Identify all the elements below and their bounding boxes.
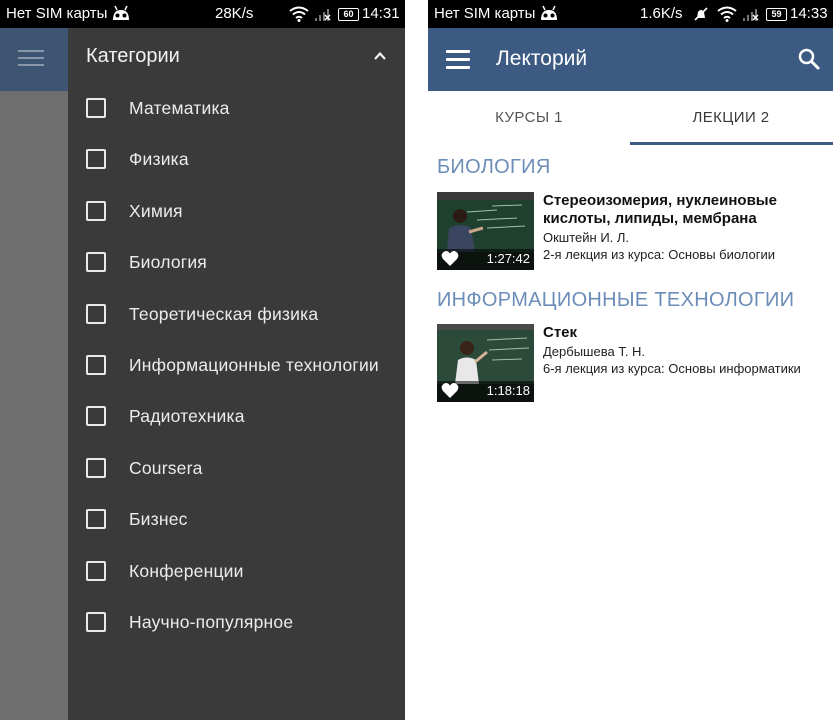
lecture-duration: 1:27:42	[486, 251, 530, 266]
chevron-up-icon[interactable]	[373, 49, 387, 63]
checkbox-icon[interactable]	[86, 406, 106, 427]
lecture-author: Дербышева Т. Н.	[543, 344, 646, 359]
wifi-icon	[289, 6, 309, 22]
app-toolbar-behind-drawer	[0, 28, 68, 91]
drawer-title: Категории	[86, 45, 180, 67]
category-label: Математика	[129, 98, 230, 118]
category-label: Теоретическая физика	[129, 303, 319, 324]
category-label: Coursera	[129, 457, 203, 478]
menu-icon[interactable]	[446, 50, 470, 70]
right-screen: Нет SIM карты 1.6K/s 59 14:33 Лекторий К…	[428, 0, 833, 720]
lecture-course: 2-я лекция из курса: Основы биологии	[543, 247, 776, 262]
lecture-title: Стереоизомерия, нуклеиновые кислоты, лип…	[543, 192, 777, 227]
checkbox-icon[interactable]	[86, 611, 106, 632]
clock: 14:33	[790, 5, 828, 22]
category-item-theoretical-physics[interactable]: Теоретическая физика	[68, 288, 405, 339]
lecture-item[interactable]: 1:27:42 Стереоизомерия, нуклеиновые кисл…	[437, 192, 833, 270]
checkbox-icon[interactable]	[86, 200, 106, 221]
category-item-physics[interactable]: Физика	[68, 133, 405, 184]
heart-icon[interactable]	[441, 250, 459, 267]
checkbox-icon[interactable]	[86, 303, 106, 324]
category-item-chemistry[interactable]: Химия	[68, 185, 405, 236]
category-item-conferences[interactable]: Конференции	[68, 545, 405, 596]
thumbnail-image	[437, 324, 534, 384]
tab-courses[interactable]: КУРСЫ 1	[428, 91, 630, 145]
network-speed: 28K/s	[215, 5, 254, 22]
checkbox-icon[interactable]	[86, 354, 106, 375]
signal-icon	[315, 9, 331, 21]
category-label: Радиотехника	[129, 406, 245, 427]
section-title-biology: БИОЛОГИЯ	[437, 156, 551, 178]
checkbox-icon[interactable]	[86, 457, 106, 478]
lecture-author: Окштейн И. Л.	[543, 230, 630, 245]
android-icon	[541, 5, 557, 20]
network-speed: 1.6K/s	[640, 5, 683, 22]
category-item-radio-engineering[interactable]: Радиотехника	[68, 390, 405, 441]
category-item-mathematics[interactable]: Математика	[68, 82, 405, 133]
tab-lectures[interactable]: ЛЕКЦИИ 2	[630, 91, 832, 145]
wifi-icon	[717, 6, 737, 22]
category-item-biology[interactable]: Биология	[68, 236, 405, 287]
checkbox-icon[interactable]	[86, 509, 106, 530]
lecture-title: Стек	[543, 324, 578, 341]
category-item-popular-science[interactable]: Научно-популярное	[68, 596, 405, 647]
lecture-item[interactable]: 1:18:18 Стек Дербышева Т. Н. 6-я лекция …	[437, 324, 833, 402]
heart-icon[interactable]	[441, 382, 459, 399]
status-bar: Нет SIM карты 1.6K/s 59 14:33	[428, 0, 833, 28]
mute-icon	[694, 7, 708, 21]
scrim[interactable]	[0, 91, 68, 720]
carrier-label: Нет SIM карты	[6, 5, 108, 22]
lecture-course: 6-я лекция из курса: Основы информатики	[543, 361, 801, 376]
category-item-coursera[interactable]: Coursera	[68, 442, 405, 493]
category-list: Математика Физика Химия Биология Теорети…	[68, 82, 405, 647]
lecture-thumbnail[interactable]: 1:27:42	[437, 192, 534, 270]
checkbox-icon[interactable]	[86, 252, 106, 273]
clock: 14:31	[362, 5, 400, 22]
menu-icon	[18, 50, 44, 71]
category-label: Химия	[129, 200, 183, 221]
drawer-header[interactable]: Категории	[68, 28, 405, 84]
carrier-label: Нет SIM карты	[434, 5, 536, 22]
lecture-thumbnail[interactable]: 1:18:18	[437, 324, 534, 402]
category-label: Биология	[129, 252, 207, 273]
left-screen: Нет SIM карты 28K/s 60 14:31 Категории М…	[0, 0, 405, 720]
category-label: Информационные технологии	[129, 354, 379, 375]
tab-bar: КУРСЫ 1 ЛЕКЦИИ 2	[428, 91, 833, 145]
categories-drawer: Категории Математика Физика Химия Биолог…	[68, 28, 405, 720]
checkbox-icon[interactable]	[86, 149, 106, 170]
category-item-business[interactable]: Бизнес	[68, 493, 405, 544]
search-icon[interactable]	[797, 47, 821, 71]
category-label: Физика	[129, 149, 189, 170]
checkbox-icon[interactable]	[86, 98, 106, 118]
android-icon	[113, 5, 129, 20]
battery-icon: 60	[338, 8, 359, 21]
thumbnail-image	[437, 192, 534, 252]
app-toolbar: Лекторий	[428, 28, 833, 91]
category-label: Конференции	[129, 560, 244, 581]
battery-icon: 59	[766, 8, 787, 21]
lecture-duration: 1:18:18	[486, 383, 530, 398]
checkbox-icon[interactable]	[86, 560, 106, 581]
category-item-information-technology[interactable]: Информационные технологии	[68, 339, 405, 390]
active-tab-indicator	[630, 142, 833, 145]
signal-icon	[743, 9, 759, 21]
section-title-information-technology: ИНФОРМАЦИОННЫЕ ТЕХНОЛОГИИ	[437, 289, 795, 311]
category-label: Бизнес	[129, 509, 188, 530]
category-label: Научно-популярное	[129, 611, 294, 632]
app-title: Лекторий	[496, 47, 588, 70]
status-bar: Нет SIM карты 28K/s 60 14:31	[0, 0, 405, 28]
